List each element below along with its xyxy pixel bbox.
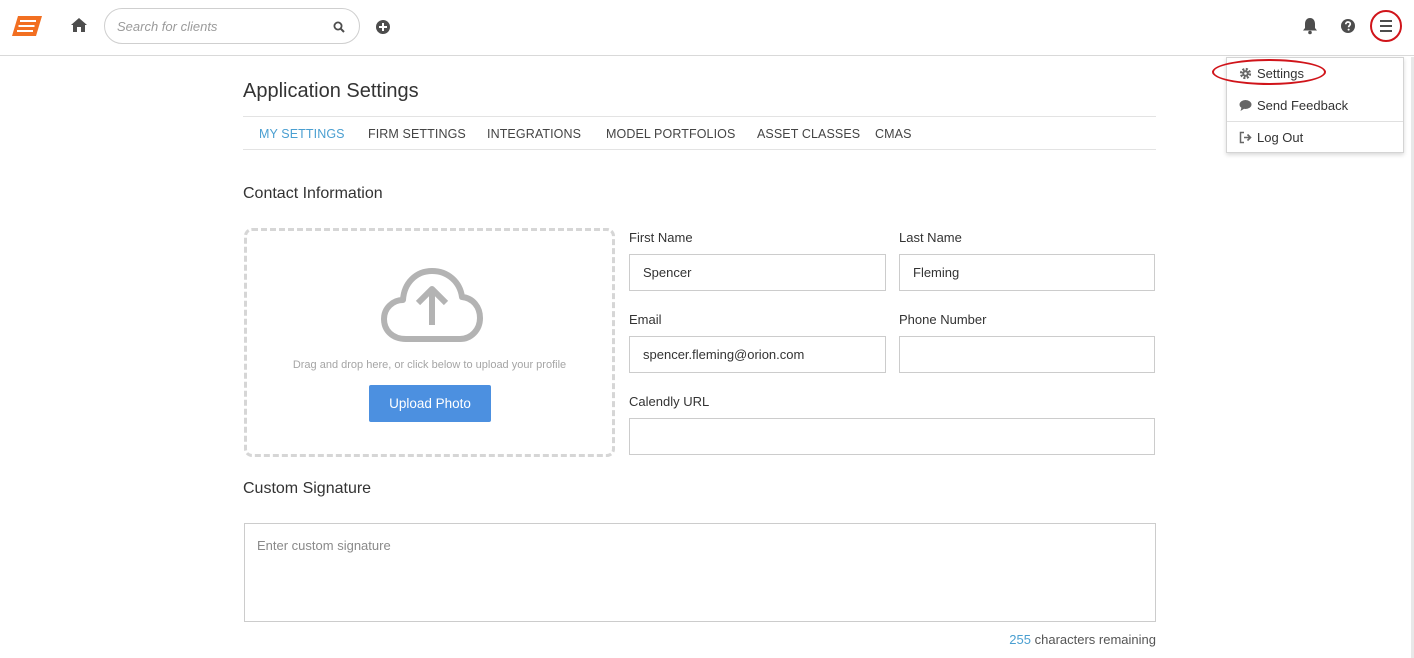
tab-cmas[interactable]: CMAS (875, 127, 912, 141)
menu-item-label: Settings (1257, 66, 1304, 81)
gear-icon (1239, 67, 1252, 80)
last-name-field[interactable] (899, 254, 1155, 291)
photo-dropzone[interactable]: Drag and drop here, or click below to up… (244, 228, 615, 457)
hamburger-menu-icon[interactable] (1370, 10, 1402, 42)
phone-number-field[interactable] (899, 336, 1155, 373)
cloud-upload-icon (380, 267, 484, 343)
characters-remaining-count: 255 (1009, 632, 1031, 647)
settings-tabs: MY SETTINGS FIRM SETTINGS INTEGRATIONS M… (243, 116, 1156, 150)
tab-asset-classes[interactable]: ASSET CLASSES (757, 127, 860, 141)
menu-item-log-out[interactable]: Log Out (1227, 122, 1403, 152)
search-icon[interactable] (333, 20, 345, 33)
calendly-url-field[interactable] (629, 418, 1155, 455)
tab-model-portfolios[interactable]: MODEL PORTFOLIOS (606, 127, 735, 141)
last-name-label: Last Name (899, 230, 962, 245)
characters-remaining-counter: 255 characters remaining (1009, 632, 1156, 647)
custom-signature-textarea[interactable] (244, 523, 1156, 622)
menu-item-label: Log Out (1257, 130, 1304, 145)
help-icon[interactable] (1340, 18, 1356, 34)
tab-firm-settings[interactable]: FIRM SETTINGS (368, 127, 466, 141)
calendly-url-label: Calendly URL (629, 394, 710, 409)
phone-number-label: Phone Number (899, 312, 987, 327)
sign-out-icon (1239, 131, 1252, 144)
first-name-label: First Name (629, 230, 693, 245)
page-title: Application Settings (243, 80, 419, 102)
custom-signature-heading: Custom Signature (243, 480, 372, 497)
top-navigation-bar (0, 0, 1414, 56)
menu-item-send-feedback[interactable]: Send Feedback (1227, 90, 1403, 120)
email-field[interactable] (629, 336, 886, 373)
upload-hint-text: Drag and drop here, or click below to up… (292, 359, 567, 371)
tab-my-settings[interactable]: MY SETTINGS (259, 127, 345, 141)
add-circle-icon[interactable] (375, 19, 391, 35)
menu-item-label: Send Feedback (1257, 98, 1349, 113)
upload-photo-button[interactable]: Upload Photo (369, 385, 491, 422)
user-dropdown-menu: Settings Send Feedback Log Out (1226, 57, 1404, 153)
client-search-box (104, 8, 360, 44)
home-icon[interactable] (70, 16, 90, 36)
first-name-field[interactable] (629, 254, 886, 291)
menu-item-settings[interactable]: Settings (1227, 58, 1403, 88)
app-logo-icon[interactable] (12, 16, 42, 36)
contact-information-heading: Contact Information (243, 185, 383, 202)
email-label: Email (629, 312, 662, 327)
tab-integrations[interactable]: INTEGRATIONS (487, 127, 581, 141)
notifications-bell-icon[interactable] (1302, 17, 1318, 35)
comment-icon (1239, 99, 1252, 112)
characters-remaining-label: characters remaining (1034, 632, 1156, 647)
search-input[interactable] (117, 9, 317, 43)
